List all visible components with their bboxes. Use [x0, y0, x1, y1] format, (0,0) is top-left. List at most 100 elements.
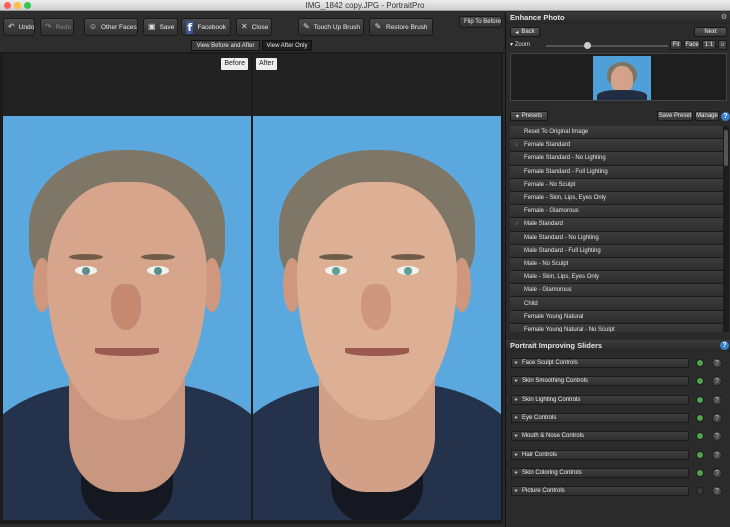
- group-enable-toggle[interactable]: [696, 432, 704, 441]
- slider-group-toggle[interactable]: Skin Coloring Controls: [511, 467, 689, 478]
- group-help-icon[interactable]: ?: [712, 449, 722, 460]
- preset-label: Male - Skin, Lips, Eyes Only: [524, 274, 600, 281]
- settings-gear-icon[interactable]: ⚙: [721, 13, 727, 21]
- save-button[interactable]: ▣ Save: [143, 18, 178, 36]
- slider-group-toggle[interactable]: Face Sculpt Controls: [511, 358, 689, 368]
- group-help-icon[interactable]: ?: [712, 412, 722, 423]
- presets-label: Presets: [521, 113, 543, 119]
- zoom-lock-button[interactable]: ⌂: [718, 40, 727, 50]
- group-enable-toggle[interactable]: [696, 468, 704, 477]
- before-pane[interactable]: Before: [3, 54, 251, 520]
- slider-group-row[interactable]: Hair Controls?: [510, 448, 727, 462]
- sliders-title: Portrait Improving Sliders: [510, 341, 603, 350]
- preset-item[interactable]: Female - Skin, Lips, Eyes Only: [510, 191, 723, 206]
- slider-group-toggle[interactable]: Picture Controls: [511, 486, 689, 497]
- preset-item[interactable]: ♂ Male Standard: [510, 218, 723, 232]
- presets-toggle-button[interactable]: ▾ Presets: [510, 111, 548, 121]
- slider-group-row[interactable]: Skin Smoothing Controls?: [510, 374, 727, 388]
- group-help-icon[interactable]: ?: [712, 376, 722, 387]
- other-faces-button[interactable]: ☺ Other Faces: [84, 18, 138, 36]
- sliders-help-icon[interactable]: ?: [720, 341, 729, 350]
- preset-item[interactable]: Male - Glamorous: [510, 284, 723, 298]
- group-help-icon[interactable]: ?: [712, 431, 722, 442]
- face-brow: [141, 254, 175, 260]
- male-icon: ♂: [514, 220, 520, 228]
- navigator-thumbnail[interactable]: [593, 56, 651, 100]
- group-help-icon[interactable]: ?: [712, 486, 722, 497]
- slider-group-row[interactable]: Skin Coloring Controls?: [510, 466, 727, 480]
- group-enable-toggle[interactable]: [696, 450, 704, 459]
- restore-brush-button[interactable]: ✎ Restore Brush: [369, 18, 433, 36]
- zoom-face-button[interactable]: Face: [684, 40, 700, 50]
- manage-presets-button[interactable]: Manage: [695, 111, 719, 121]
- face-eye-iris: [82, 267, 90, 275]
- group-help-icon[interactable]: ?: [712, 467, 722, 478]
- close-icon: ✕: [241, 22, 248, 31]
- touch-up-label: Touch Up Brush: [313, 23, 360, 31]
- presets-help-icon[interactable]: ?: [721, 112, 730, 121]
- presets-scrollbar-thumb[interactable]: [724, 130, 728, 166]
- group-help-icon[interactable]: ?: [712, 394, 722, 405]
- flip-to-before-button[interactable]: Flip To Before: [459, 16, 502, 28]
- face-eye-iris: [332, 267, 340, 275]
- zoom-slider[interactable]: [546, 42, 668, 49]
- zoom-row: ▾ Zoom: [510, 41, 530, 48]
- slider-group-row[interactable]: Eye Controls?: [510, 411, 727, 425]
- navigator-box[interactable]: [510, 53, 727, 101]
- presets-list[interactable]: Reset To Original Image ♀ Female Standard F…: [510, 126, 723, 332]
- preset-item[interactable]: Female - No Sculpt: [510, 178, 723, 192]
- undo-button[interactable]: ↶ Undo: [3, 18, 35, 36]
- next-button[interactable]: Next: [694, 27, 727, 37]
- one-to-one-label: 1:1: [704, 42, 714, 48]
- slider-group-row[interactable]: Face Sculpt Controls?: [510, 356, 727, 370]
- group-enable-toggle[interactable]: [696, 413, 704, 422]
- slider-group-toggle[interactable]: Eye Controls: [511, 412, 689, 423]
- slider-group-row[interactable]: Picture Controls?: [510, 484, 727, 498]
- tab-view-after-only[interactable]: View After Only: [262, 40, 312, 51]
- back-button[interactable]: ◂ Back: [510, 27, 540, 37]
- slider-group-row[interactable]: Mouth & Nose Controls?: [510, 429, 727, 443]
- photo-canvas[interactable]: Before After: [0, 52, 503, 524]
- brush-icon: ✎: [303, 22, 310, 31]
- after-pane[interactable]: After: [253, 54, 501, 520]
- slider-group-row[interactable]: Skin Lighting Controls?: [510, 393, 727, 407]
- group-help-icon[interactable]: ?: [712, 358, 722, 368]
- save-preset-button[interactable]: Save Preset: [657, 111, 693, 121]
- redo-button[interactable]: ↷ Redo: [40, 18, 74, 36]
- facebook-button[interactable]: f Facebook: [181, 18, 231, 36]
- preset-item[interactable]: Female Young Natural: [510, 310, 723, 324]
- preset-label: Female - No Sculpt: [524, 181, 576, 188]
- window-title: IMG_1842 copy.JPG - PortraitPro: [305, 1, 425, 10]
- preset-item[interactable]: Reset To Original Image: [510, 126, 723, 140]
- preset-item[interactable]: Female - Glamorous: [510, 205, 723, 219]
- zoom-slider-handle[interactable]: [584, 42, 592, 49]
- preset-item[interactable]: Female Standard - Full Lighting: [510, 165, 723, 179]
- face-eye-iris: [154, 267, 162, 275]
- preset-label: Male - Glamorous: [524, 287, 572, 294]
- slider-group-toggle[interactable]: Skin Smoothing Controls: [511, 376, 689, 387]
- zoom-fit-button[interactable]: Fit: [670, 40, 682, 50]
- close-button[interactable]: ✕ Close: [236, 18, 272, 36]
- slider-group-toggle[interactable]: Hair Controls: [511, 449, 689, 460]
- female-icon: ♀: [514, 141, 520, 149]
- preset-item[interactable]: Female Young Natural - No Sculpt: [510, 323, 723, 332]
- preset-item[interactable]: Male Standard - Full Lighting: [510, 244, 723, 258]
- group-enable-toggle[interactable]: [696, 377, 704, 386]
- preset-item[interactable]: Child: [510, 297, 723, 311]
- title-bar: IMG_1842 copy.JPG - PortraitPro: [0, 0, 730, 11]
- preset-item[interactable]: ♀ Female Standard: [510, 139, 723, 153]
- tab-view-before-after[interactable]: View Before and After: [191, 40, 260, 51]
- preset-item[interactable]: Male - No Sculpt: [510, 257, 723, 272]
- slider-group-toggle[interactable]: Mouth & Nose Controls: [511, 431, 689, 442]
- close-label: Close: [251, 23, 269, 31]
- zoom-1to1-button[interactable]: 1:1: [702, 40, 716, 50]
- preset-item[interactable]: Male - Skin, Lips, Eyes Only: [510, 271, 723, 285]
- group-enable-toggle[interactable]: [696, 359, 704, 367]
- touch-up-brush-button[interactable]: ✎ Touch Up Brush: [298, 18, 364, 36]
- preset-item[interactable]: Female Standard - No Lighting: [510, 152, 723, 166]
- group-enable-toggle[interactable]: [696, 487, 704, 496]
- slider-group-toggle[interactable]: Skin Lighting Controls: [511, 394, 689, 405]
- preset-item[interactable]: Male Standard - No Lighting: [510, 231, 723, 245]
- group-enable-toggle[interactable]: [696, 395, 704, 404]
- presets-scrollbar[interactable]: [723, 126, 729, 332]
